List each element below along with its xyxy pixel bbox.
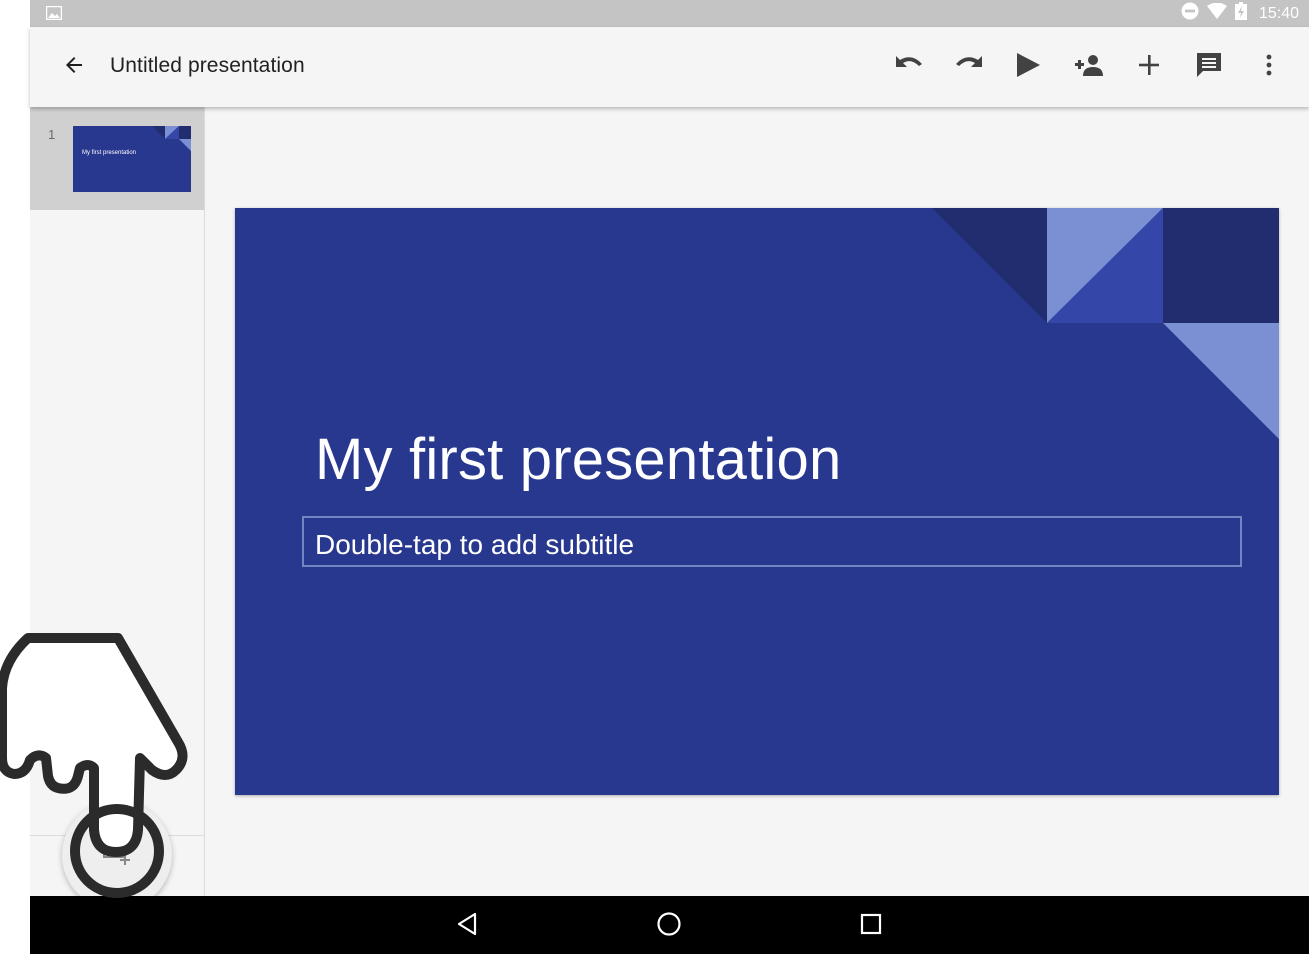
share-add-person-icon: [1074, 54, 1104, 81]
clock: 15:40: [1258, 4, 1299, 22]
document-title[interactable]: Untitled presentation: [110, 54, 305, 78]
arrow-back-icon: [62, 53, 86, 82]
present-button[interactable]: [1010, 49, 1046, 85]
undo-button[interactable]: [891, 49, 927, 85]
app-window: 15:40 Untitled presentation 1 My first p…: [0, 0, 1309, 954]
nav-back-button[interactable]: [451, 910, 483, 942]
pointing-hand-icon: [0, 633, 188, 898]
home-circle-icon: [656, 911, 682, 942]
comments-icon: [1195, 51, 1223, 84]
gallery-icon: [45, 5, 63, 21]
present-play-icon: [1015, 52, 1041, 83]
back-triangle-icon: [456, 912, 478, 941]
slide-number: 1: [48, 127, 56, 142]
share-button[interactable]: [1071, 49, 1107, 85]
app-bar: Untitled presentation: [30, 27, 1309, 107]
nav-recents-button[interactable]: [855, 910, 887, 942]
redo-button[interactable]: [951, 49, 987, 85]
insert-plus-icon: [1137, 53, 1161, 82]
slide-thumbnail[interactable]: My first presentation: [73, 126, 191, 192]
slide-thumbnail-row[interactable]: 1 My first presentation: [30, 107, 204, 210]
battery-charging-icon: [1234, 2, 1247, 25]
slide-title[interactable]: My first presentation: [315, 426, 841, 493]
insert-button[interactable]: [1131, 49, 1167, 85]
editing-canvas: My first presentation Double-tap to add …: [205, 107, 1309, 896]
slide-decoration: [932, 208, 1279, 439]
slide-thumbnail-title: My first presentation: [82, 150, 137, 156]
wifi-icon: [1206, 2, 1227, 24]
subtitle-placeholder-text: Double-tap to add subtitle: [315, 529, 635, 560]
more-vert-icon: [1265, 53, 1273, 82]
slide[interactable]: My first presentation Double-tap to add …: [235, 208, 1279, 795]
back-button[interactable]: [58, 51, 90, 83]
nav-home-button[interactable]: [653, 910, 685, 942]
redo-icon: [954, 54, 984, 81]
more-options-button[interactable]: [1251, 49, 1287, 85]
navigation-bar: [30, 896, 1309, 954]
undo-icon: [894, 54, 924, 81]
do-not-disturb-icon: [1181, 2, 1199, 25]
status-bar: 15:40: [30, 0, 1309, 27]
comments-button[interactable]: [1191, 49, 1227, 85]
recents-square-icon: [860, 913, 882, 940]
subtitle-placeholder-box[interactable]: Double-tap to add subtitle: [302, 516, 1242, 567]
